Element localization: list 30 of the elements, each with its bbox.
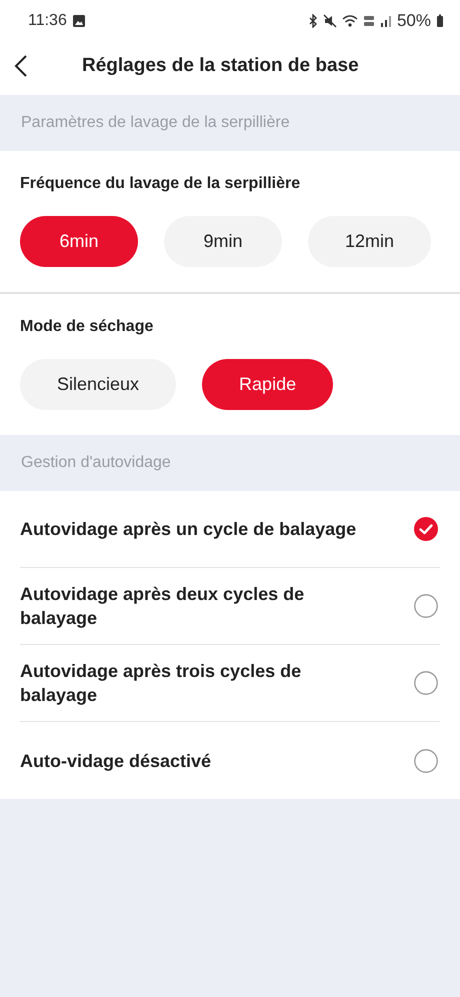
signal-icon <box>380 14 392 28</box>
radio-option[interactable]: Autovidage après deux cycles de balayage <box>20 568 440 645</box>
check-circle-icon[interactable] <box>414 517 438 541</box>
setting-label: Mode de séchage <box>20 318 154 336</box>
mute-icon <box>322 14 337 28</box>
radio-button[interactable] <box>414 748 438 772</box>
setting-label: Fréquence du lavage de la serpillière <box>20 175 302 193</box>
page-title: Réglages de la station de base <box>82 54 359 76</box>
option-button[interactable]: 12min <box>308 216 432 267</box>
radio-button[interactable] <box>414 594 438 618</box>
option-label: Autovidage après deux cycles de balayage <box>20 583 306 630</box>
battery-icon <box>436 14 444 28</box>
section-header: Paramètres de lavage de la serpillière <box>21 114 290 132</box>
section-header: Gestion d'autovidage <box>21 454 171 472</box>
option-label: Auto-vidage désactivé <box>20 750 212 772</box>
image-icon <box>72 14 86 28</box>
option-button[interactable]: 9min <box>164 216 282 267</box>
battery-level: 50% <box>396 11 431 31</box>
option-button[interactable]: Rapide <box>202 359 334 410</box>
radio-button[interactable] <box>414 671 438 695</box>
radio-option[interactable]: Autovidage après un cycle de balayage <box>20 491 440 568</box>
radio-option[interactable]: Auto-vidage désactivé <box>20 722 440 799</box>
wifi-icon <box>342 14 358 28</box>
option-label: Autovidage après trois cycles de balayage <box>20 660 302 707</box>
option-button[interactable]: 6min <box>20 216 138 267</box>
status-time: 11:36 <box>28 12 67 30</box>
option-label: Autovidage après un cycle de balayage <box>20 518 356 541</box>
bluetooth-icon <box>308 14 318 28</box>
radio-option[interactable]: Autovidage après trois cycles de balayage <box>20 645 440 722</box>
option-button[interactable]: Silencieux <box>20 359 176 410</box>
